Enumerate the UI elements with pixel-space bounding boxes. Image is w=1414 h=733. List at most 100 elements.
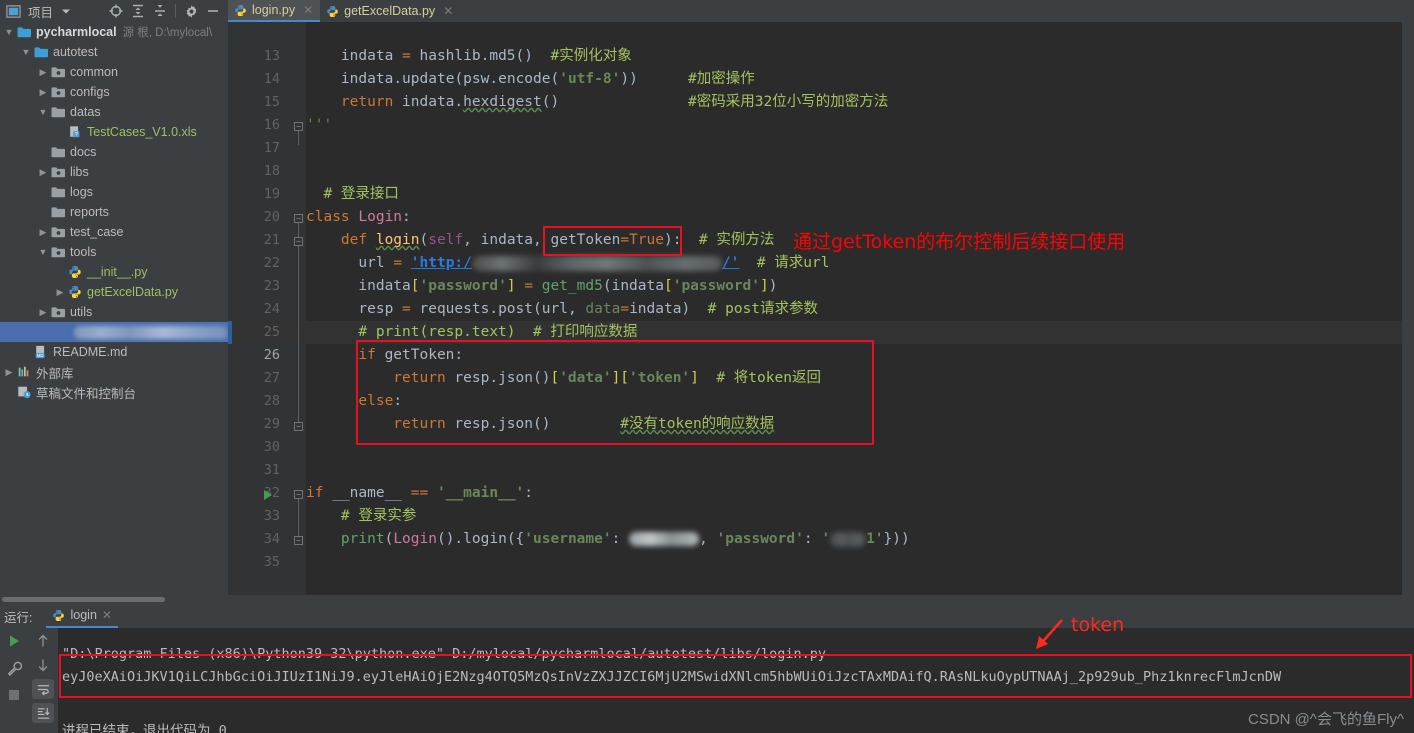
line-number: 18 [263, 163, 280, 179]
chevron-right-icon[interactable]: ▶ [2, 367, 16, 378]
tree-item--[interactable]: 草稿文件和控制台 [0, 382, 228, 402]
tab-getexceldata-py[interactable]: getExcelData.py ✕ [320, 0, 461, 22]
soft-wrap-icon[interactable] [32, 679, 54, 699]
chevron-down-icon[interactable]: ▼ [36, 107, 50, 117]
py-file-icon [67, 284, 83, 300]
python-file-icon [234, 4, 247, 17]
wrench-icon[interactable] [3, 658, 25, 678]
folder-pkg-icon [50, 244, 66, 260]
code-line-22: url = 'http://' # 请求url [306, 255, 830, 271]
annotation-box-if-else-block [356, 340, 874, 445]
tree-item-subtitle: 源 根, D:\mylocal\ [122, 27, 213, 39]
tab-close-icon[interactable]: ✕ [303, 3, 313, 17]
settings-gear-icon[interactable] [181, 1, 201, 21]
tree-item-common[interactable]: ▶ common [0, 62, 228, 82]
chevron-down-icon[interactable]: ▼ [36, 247, 50, 257]
line-number: 24 [263, 301, 280, 317]
run-gutter-arrow-icon[interactable] [264, 490, 272, 500]
dropdown-caret-icon[interactable] [56, 1, 76, 21]
line-number: 34 [263, 531, 280, 547]
editor-error-stripe[interactable] [1402, 22, 1414, 595]
folder-blue-icon [16, 24, 32, 40]
tree-item-reports[interactable]: reports [0, 202, 228, 222]
hide-panel-icon[interactable] [203, 1, 223, 21]
tree-item-datas[interactable]: ▼ datas [0, 102, 228, 122]
chevron-down-icon[interactable]: ▼ [2, 27, 16, 37]
line-number: 17 [263, 140, 280, 156]
tab-label: getExcelData.py [344, 4, 436, 18]
chevron-right-icon[interactable]: ▶ [53, 287, 67, 298]
watermark-text: CSDN @^会飞的鱼Fly^ [1248, 711, 1404, 728]
xls-file-icon: ? [67, 124, 83, 140]
code-editor[interactable]: 13 14 15 16 17 18 19 20 21 22 23 24 25 26 27 28 29 30 31 32… [228, 22, 1414, 595]
chevron-right-icon[interactable]: ▶ [36, 227, 50, 238]
tree-item-logs[interactable]: logs [0, 182, 228, 202]
folder-gray-icon [50, 204, 66, 220]
tree-item-autotest[interactable]: ▼ autotest [0, 42, 228, 62]
tree-item-libs[interactable]: ▶ libs [0, 162, 228, 182]
tree-item-getexceldata-py[interactable]: ▶ getExcelData.py [0, 282, 228, 302]
toolbar-divider [175, 4, 177, 18]
python-file-icon [326, 5, 339, 18]
tab-login-py[interactable]: login.py ✕ [228, 0, 321, 22]
code-line-32: if __name__ == '__main__': [306, 485, 534, 501]
annotation-arrow-icon [1036, 619, 1063, 649]
project-icon[interactable] [3, 1, 23, 21]
folder-pkg-icon [50, 304, 66, 320]
folder-gray-icon [50, 104, 66, 120]
stop-icon[interactable] [3, 685, 25, 705]
tree-item-utils[interactable]: ▶ utils [0, 302, 228, 322]
fold-line [298, 223, 299, 237]
scroll-to-end-icon[interactable] [32, 703, 54, 723]
tree-item-readme-md[interactable]: MD README.md [0, 342, 228, 362]
folder-gray-icon [50, 144, 66, 160]
arrow-down-icon[interactable] [32, 655, 54, 675]
run-config-tab-login[interactable]: login ✕ [46, 604, 118, 628]
tree-item-pycharmlocal[interactable]: ▼ pycharmlocal 源 根, D:\mylocal\ [0, 22, 228, 42]
tree-item--[interactable]: ▶ 外部库 [0, 362, 228, 382]
tree-item-testcases-v1-0-xls[interactable]: ? TestCases_V1.0.xls [0, 122, 228, 142]
tree-item-label: libs [70, 165, 89, 179]
project-tree[interactable]: ▼ pycharmlocal 源 根, D:\mylocal\ ▼ autotest ▶ c… [0, 22, 228, 595]
tree-item-selected[interactable] [0, 322, 228, 342]
tree-item-docs[interactable]: docs [0, 142, 228, 162]
tree-item-label: autotest [53, 45, 98, 59]
tree-item-tools[interactable]: ▼ tools [0, 242, 228, 262]
code-line-19: # 登录接口 [306, 186, 399, 202]
run-tab-close-icon[interactable]: ✕ [102, 608, 112, 622]
arrow-up-icon[interactable] [32, 631, 54, 651]
line-number: 14 [263, 71, 280, 87]
tree-item--init-py[interactable]: __init__.py [0, 262, 228, 282]
annotation-text-gettoken: 通过getToken的布尔控制后续接口使用 [793, 231, 1126, 253]
collapse-all-icon[interactable] [150, 1, 170, 21]
tree-item-configs[interactable]: ▶ configs [0, 82, 228, 102]
console-output[interactable]: "D:\Program Files (x86)\Python39-32\pyth… [58, 628, 1414, 733]
annotation-box-token-output [59, 654, 1412, 698]
fold-marker: − [294, 422, 303, 431]
line-number: 15 [263, 94, 280, 110]
line-number: 21 [263, 232, 280, 248]
run-icon[interactable] [3, 631, 25, 651]
run-left-toolbar [0, 628, 28, 733]
run-panel-title: 运行: [4, 610, 33, 625]
folder-pkg-icon [50, 84, 66, 100]
line-number: 28 [263, 393, 280, 409]
line-number: 13 [263, 48, 280, 64]
fold-marker: − [294, 536, 303, 545]
top-toolbar: 项目 login.py ✕ getExcelData.py ✕ [0, 0, 1414, 22]
code-line-24: resp = requests.post(url, data=indata) #… [306, 301, 819, 317]
tree-item-test-case[interactable]: ▶ test_case [0, 222, 228, 242]
chevron-right-icon[interactable]: ▶ [36, 307, 50, 318]
annotation-label-token: token [1071, 614, 1125, 636]
line-number: 29 [263, 416, 280, 432]
locate-icon[interactable] [106, 1, 126, 21]
expand-all-icon[interactable] [128, 1, 148, 21]
chevron-right-icon[interactable]: ▶ [36, 67, 50, 78]
code-comment-line-14: #加密操作 [688, 71, 755, 87]
chevron-down-icon[interactable]: ▼ [19, 47, 33, 57]
line-number: 35 [263, 554, 280, 570]
tab-close-icon[interactable]: ✕ [443, 4, 453, 18]
sidebar-horizontal-scrollbar[interactable] [0, 595, 228, 604]
chevron-right-icon[interactable]: ▶ [36, 87, 50, 98]
chevron-right-icon[interactable]: ▶ [36, 167, 50, 178]
